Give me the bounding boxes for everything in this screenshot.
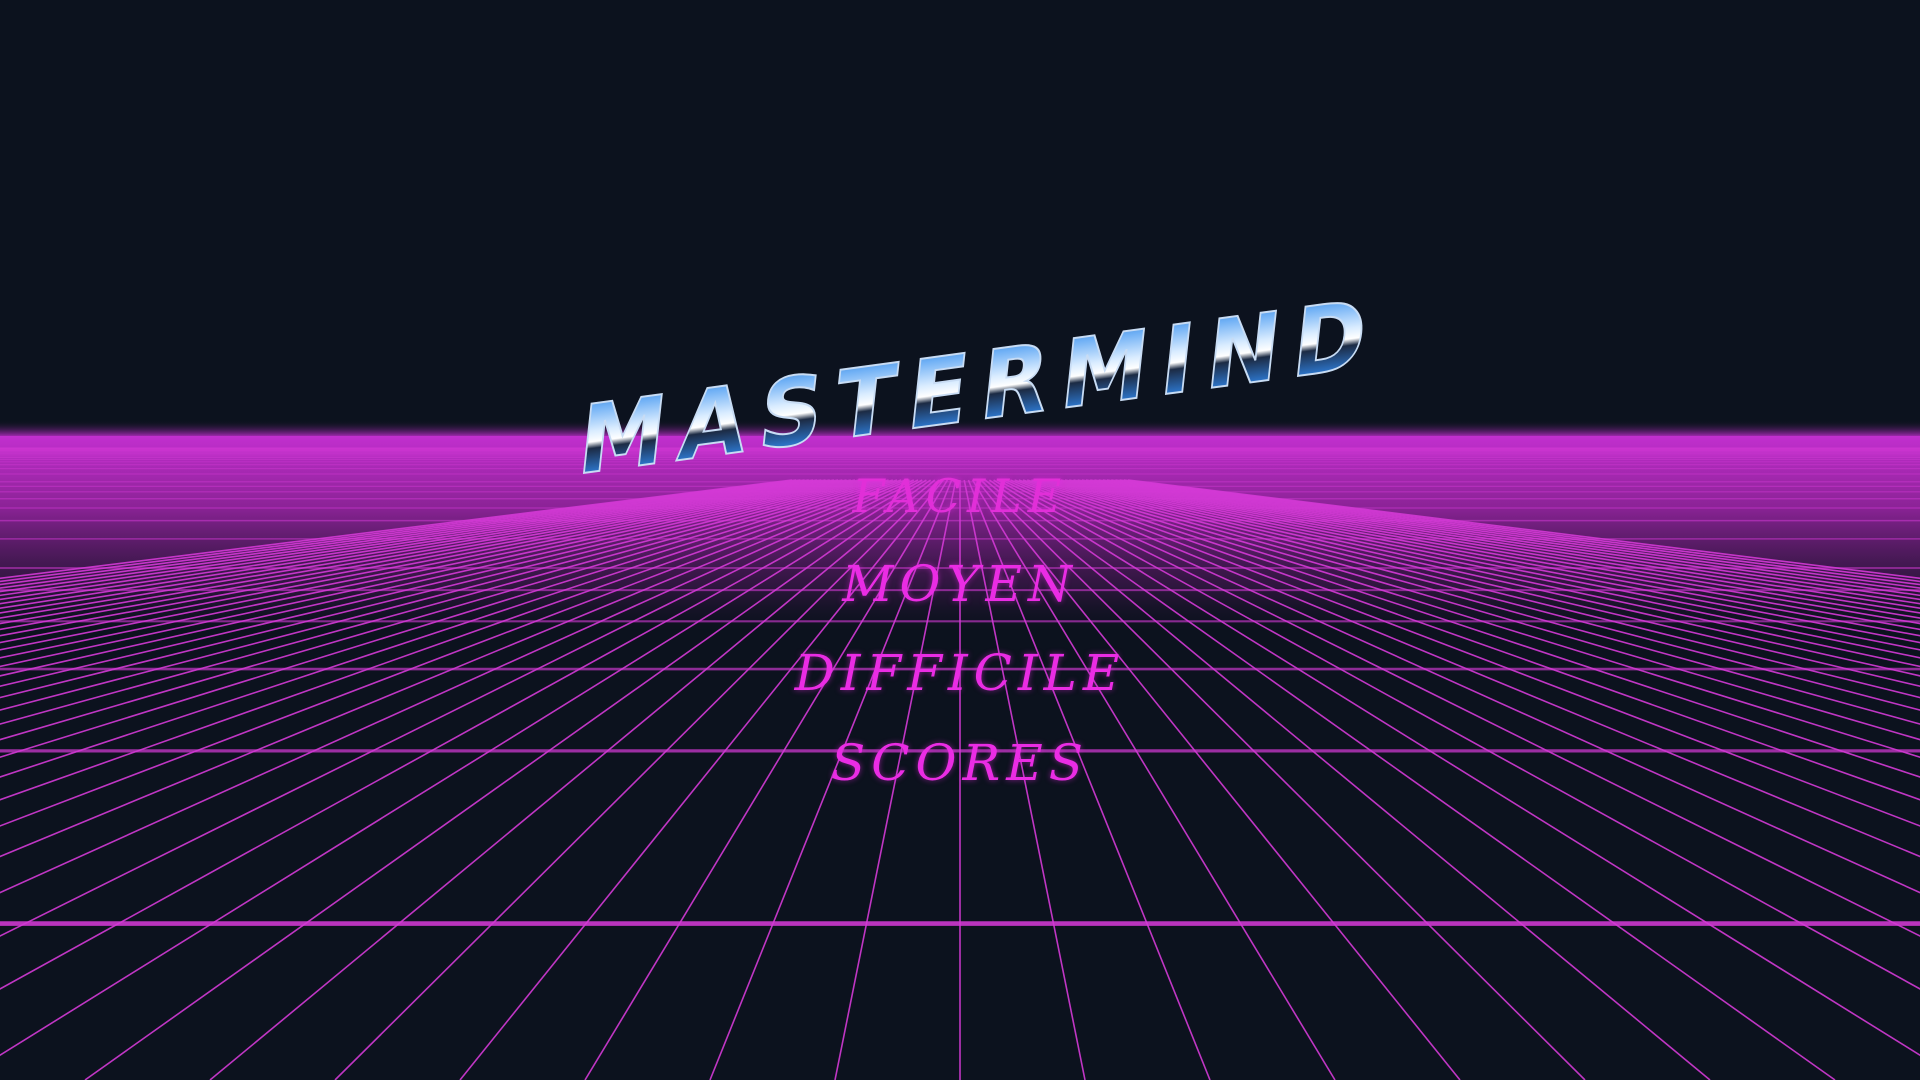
menu-item-moyen[interactable]: MOYEN (760, 554, 1160, 614)
game-main-menu-screen: MASTERMIND FACILE MOYEN DIFFICILE SCORES (0, 0, 1920, 1080)
menu-item-facile[interactable]: FACILE (760, 466, 1160, 526)
menu-item-scores[interactable]: SCORES (760, 733, 1160, 793)
main-menu: FACILE MOYEN DIFFICILE SCORES (0, 0, 1920, 1080)
menu-item-difficile[interactable]: DIFFICILE (760, 643, 1160, 703)
